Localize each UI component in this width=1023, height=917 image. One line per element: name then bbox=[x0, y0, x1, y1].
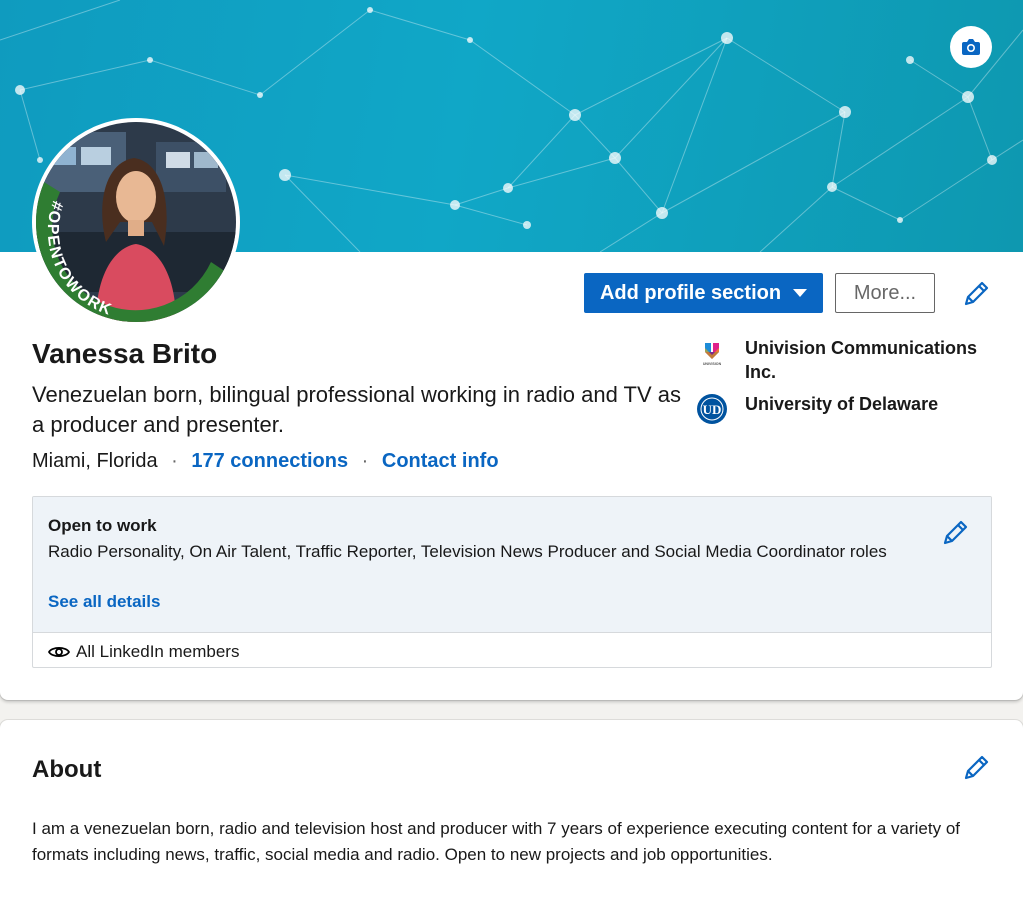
about-title: About bbox=[32, 756, 102, 783]
see-all-details-link[interactable]: See all details bbox=[48, 592, 160, 612]
avatar: #OPENTOWORK bbox=[36, 122, 236, 322]
pencil-icon bbox=[964, 281, 989, 306]
caret-down-icon bbox=[793, 289, 808, 297]
edit-banner-button[interactable] bbox=[950, 26, 992, 68]
open-to-work-roles: Radio Personality, On Air Talent, Traffi… bbox=[48, 542, 887, 561]
profile-card: #OPENTOWORK Add profile section More... … bbox=[0, 0, 1023, 700]
eye-icon bbox=[48, 646, 70, 658]
open-to-work-visibility: All LinkedIn members bbox=[48, 642, 239, 662]
visibility-label: All LinkedIn members bbox=[76, 642, 240, 661]
more-label: More... bbox=[853, 281, 917, 304]
separator-dot: · bbox=[171, 450, 178, 472]
profile-headline: Venezuelan born, bilingual professional … bbox=[32, 382, 682, 437]
profile-name: Vanessa Brito bbox=[32, 338, 218, 369]
about-card: About I am a venezuelan born, radio and … bbox=[0, 720, 1023, 917]
avatar-image: #OPENTOWORK bbox=[36, 122, 236, 322]
add-profile-section-label: Add profile section bbox=[599, 281, 782, 304]
university-logo-text: UD bbox=[703, 402, 722, 417]
company-name: Univision Communications Inc. bbox=[745, 338, 978, 382]
contact-info-link[interactable]: Contact info bbox=[382, 450, 499, 472]
school-name: University of Delaware bbox=[745, 394, 939, 414]
open-to-work-card: Open to work Radio Personality, On Air T… bbox=[32, 496, 992, 668]
about-text: I am a venezuelan born, radio and televi… bbox=[32, 819, 960, 864]
separator-dot: · bbox=[361, 450, 369, 472]
current-company-link[interactable]: UNIVISION Univision Communications Inc. bbox=[697, 336, 997, 384]
univision-logo: UNIVISION bbox=[697, 338, 727, 368]
profile-location: Miami, Florida bbox=[32, 450, 158, 472]
camera-icon bbox=[962, 39, 980, 55]
location-row: Miami, Florida · 177 connections · Conta… bbox=[32, 448, 499, 474]
connections-link[interactable]: 177 connections bbox=[191, 450, 348, 472]
profile-photo[interactable]: #OPENTOWORK bbox=[32, 118, 240, 326]
add-profile-section-button[interactable]: Add profile section bbox=[584, 273, 823, 313]
university-of-delaware-logo: UD bbox=[697, 394, 727, 424]
pencil-icon bbox=[943, 520, 968, 545]
edit-open-to-work-button[interactable] bbox=[939, 517, 971, 549]
edit-intro-button[interactable] bbox=[960, 278, 992, 310]
univision-logo-caption: UNIVISION bbox=[703, 362, 722, 366]
more-button[interactable]: More... bbox=[835, 273, 935, 313]
edit-about-button[interactable] bbox=[960, 752, 992, 784]
open-to-work-title: Open to work bbox=[48, 516, 157, 535]
open-to-work-details: Open to work Radio Personality, On Air T… bbox=[33, 497, 991, 633]
education-link[interactable]: UD University of Delaware bbox=[697, 392, 997, 424]
pencil-icon bbox=[964, 755, 989, 780]
